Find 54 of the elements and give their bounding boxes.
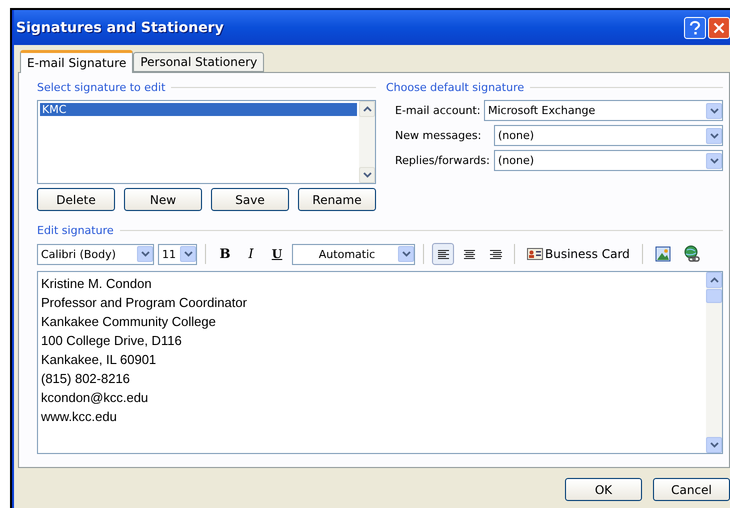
globe-link-icon bbox=[682, 245, 701, 263]
scrollbar[interactable] bbox=[359, 101, 375, 183]
signature-item[interactable]: KMC bbox=[40, 103, 357, 116]
signature-list[interactable]: KMC bbox=[37, 100, 376, 184]
signature-line: Kankakee, IL 60901 bbox=[41, 351, 158, 369]
underline-button[interactable]: U bbox=[266, 243, 288, 265]
signature-button[interactable]: New bbox=[124, 188, 202, 211]
business-card-icon bbox=[527, 248, 543, 260]
align-left-button[interactable] bbox=[432, 243, 454, 265]
scroll-thumb[interactable] bbox=[706, 289, 722, 303]
italic-button[interactable]: I bbox=[240, 243, 262, 265]
window-title: Signatures and Stationery bbox=[16, 20, 225, 36]
close-button[interactable] bbox=[708, 16, 730, 38]
signature-line: www.kcc.edu bbox=[41, 408, 118, 426]
font-dropdown[interactable]: Calibri (Body) bbox=[37, 244, 154, 264]
tab[interactable]: E-mail Signature bbox=[20, 50, 134, 73]
align-center-icon bbox=[462, 248, 476, 260]
scrollbar[interactable] bbox=[706, 272, 722, 453]
signature-editor[interactable]: Kristine M. Condon Professor and Program Coordinator Kankakee Community College 100 College Drive, D116 Kankakee, IL 60901 (815) 802-8216 kcondon@kcc.edu www.kcc.edu bbox=[37, 271, 723, 454]
dialog-button[interactable]: OK bbox=[565, 478, 642, 501]
signature-line: kcondon@kcc.edu bbox=[41, 389, 150, 407]
signature-button[interactable]: Rename bbox=[298, 188, 376, 211]
scroll-up-icon[interactable] bbox=[706, 272, 722, 288]
signature-button[interactable]: Save bbox=[211, 188, 289, 211]
dropdown-field[interactable]: (none) bbox=[494, 125, 723, 146]
align-right-icon bbox=[488, 248, 502, 260]
field-label: Replies/forwards: bbox=[395, 154, 491, 167]
section-heading: Edit signature bbox=[37, 224, 114, 237]
signature-line: Professor and Program Coordinator bbox=[41, 294, 248, 312]
dropdown-field[interactable]: Microsoft Exchange bbox=[484, 100, 723, 121]
align-left-icon bbox=[436, 248, 450, 260]
font-color-dropdown[interactable]: Automatic bbox=[292, 244, 415, 264]
field-label: E-mail account: bbox=[395, 104, 482, 117]
picture-icon bbox=[654, 246, 671, 262]
scroll-down-icon[interactable] bbox=[706, 437, 722, 453]
scroll-up-icon[interactable] bbox=[359, 101, 375, 117]
signature-button[interactable]: Delete bbox=[37, 188, 115, 211]
close-icon bbox=[713, 22, 725, 34]
section-heading: Select signature to edit bbox=[37, 81, 166, 94]
field-label: New messages: bbox=[395, 129, 482, 142]
font-size-dropdown[interactable]: 11 bbox=[158, 244, 197, 264]
scroll-down-icon[interactable] bbox=[359, 167, 375, 183]
signature-line: 100 College Drive, D116 bbox=[41, 332, 183, 350]
signature-line: Kankakee Community College bbox=[41, 313, 217, 331]
bold-button[interactable]: B bbox=[214, 243, 236, 265]
help-button[interactable] bbox=[684, 16, 706, 38]
business-card-button[interactable]: Business Card bbox=[523, 243, 634, 265]
dropdown-field[interactable]: (none) bbox=[494, 150, 723, 171]
section-heading: Choose default signature bbox=[386, 81, 524, 94]
help-icon bbox=[689, 20, 701, 34]
dialog-button[interactable]: Cancel bbox=[653, 478, 730, 501]
signature-line: Kristine M. Condon bbox=[41, 275, 153, 293]
signature-line: (815) 802-8216 bbox=[41, 370, 131, 388]
tab[interactable]: Personal Stationery bbox=[133, 52, 264, 72]
